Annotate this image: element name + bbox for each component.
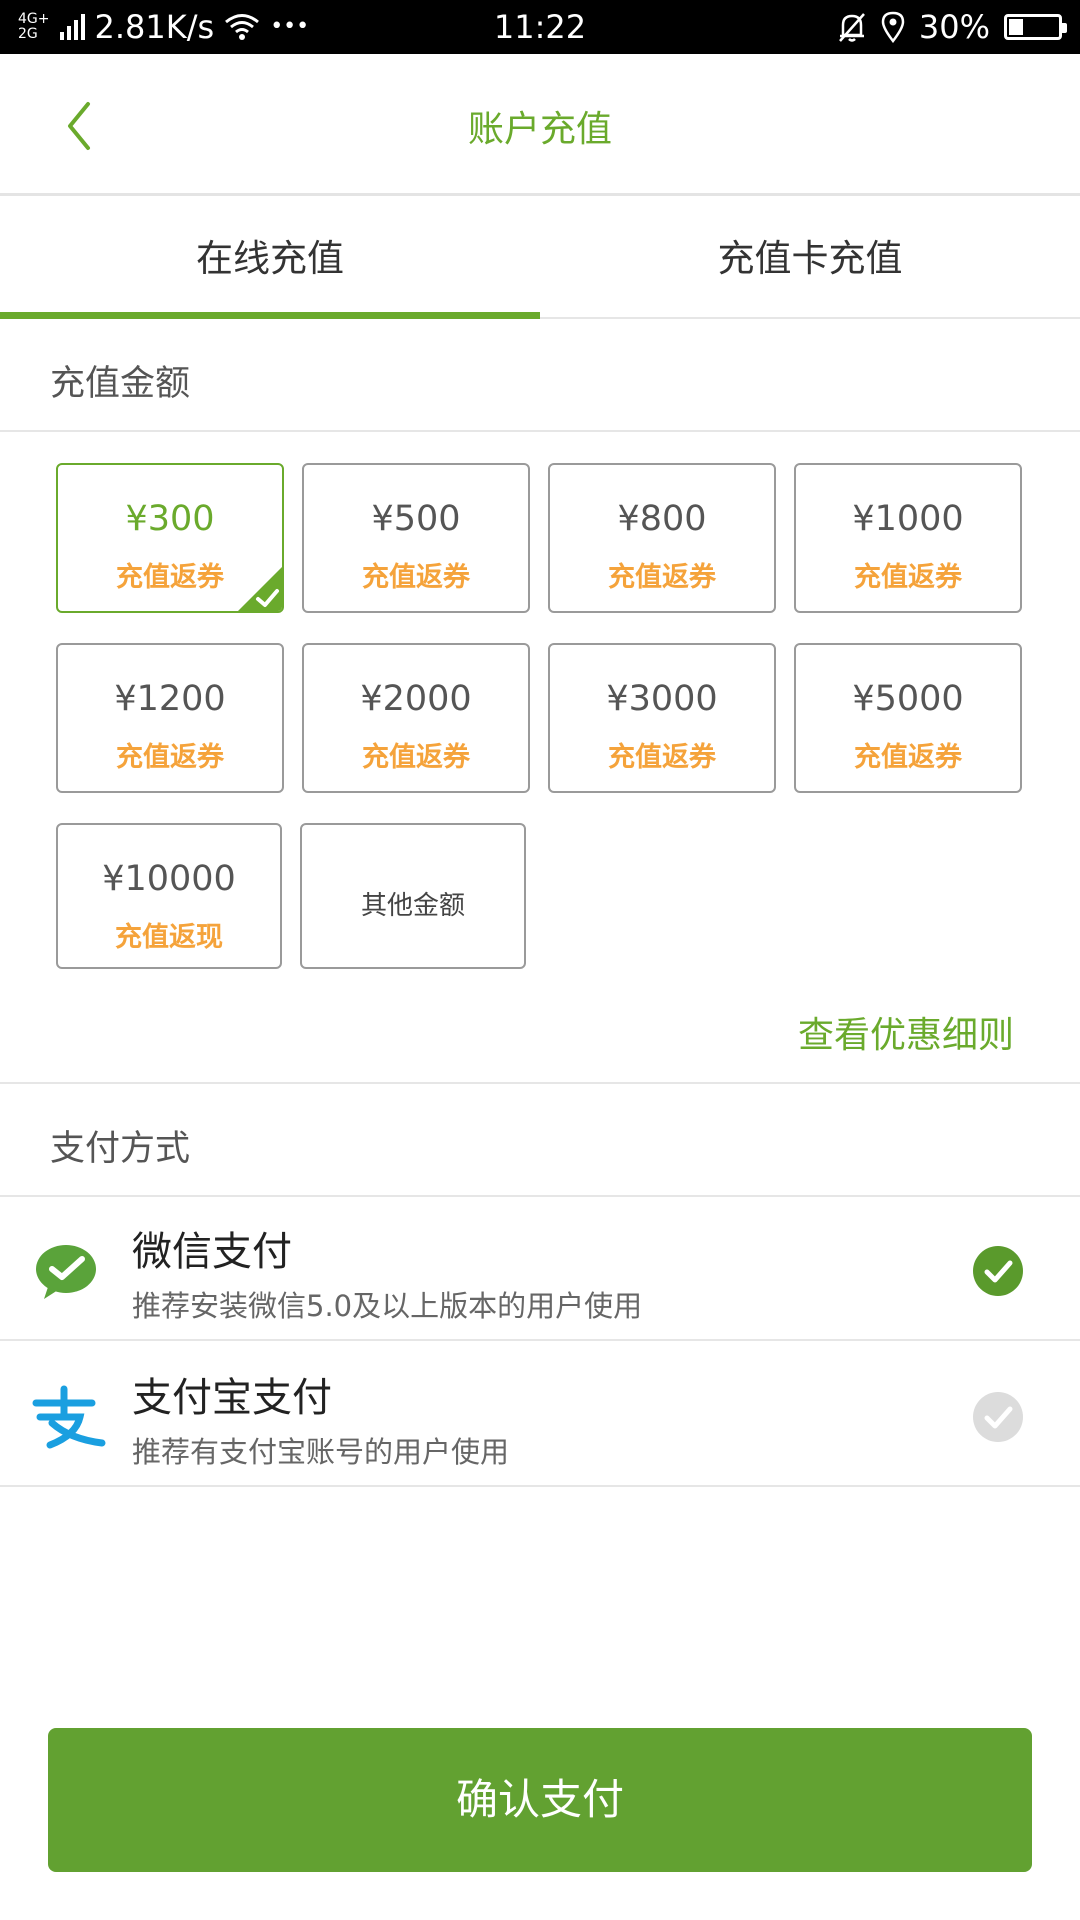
amount-price: ¥1000 <box>852 499 964 539</box>
mute-bell-icon <box>838 13 865 42</box>
amount-section-label: 充值金额 <box>50 364 191 404</box>
amount-price: ¥300 <box>125 499 215 539</box>
tab-bar: 在线充值 充值卡充值 <box>0 199 1080 319</box>
amount-option-1200[interactable]: ¥1200 充值返券 <box>56 643 284 793</box>
amount-price: ¥5000 <box>852 679 964 719</box>
divider <box>0 430 1080 432</box>
amount-price: ¥500 <box>371 499 461 539</box>
payment-title: 微信支付 <box>132 1229 292 1275</box>
amount-tag: 充值返券 <box>854 562 962 593</box>
tab-online-recharge[interactable]: 在线充值 <box>0 199 540 319</box>
divider <box>0 1082 1080 1084</box>
amount-option-10000[interactable]: ¥10000 充值返现 <box>56 823 282 969</box>
amount-option-5000[interactable]: ¥5000 充值返券 <box>794 643 1022 793</box>
alipay-icon <box>32 1385 106 1449</box>
amount-tag: 充值返券 <box>362 742 470 773</box>
app-header: 账户充值 <box>0 54 1080 196</box>
page-title: 账户充值 <box>467 109 612 150</box>
amount-price: ¥3000 <box>606 679 718 719</box>
amount-tag: 充值返现 <box>115 922 223 953</box>
amount-tag: 充值返券 <box>362 562 470 593</box>
selected-check-icon <box>238 567 282 611</box>
payment-title: 支付宝支付 <box>132 1375 332 1421</box>
payment-option-alipay[interactable]: 支付宝支付 推荐有支付宝账号的用户使用 <box>0 1343 1080 1487</box>
amount-option-2000[interactable]: ¥2000 充值返券 <box>302 643 530 793</box>
battery-icon <box>1004 14 1067 40</box>
amount-option-3000[interactable]: ¥3000 充值返券 <box>548 643 776 793</box>
status-bar: 4G+ 2G 2.81K/s ••• 11:22 30% <box>0 0 1080 54</box>
amount-tag: 充值返券 <box>608 562 716 593</box>
amount-price: ¥2000 <box>360 679 472 719</box>
amount-tag: 充值返券 <box>854 742 962 773</box>
amount-price: ¥800 <box>617 499 707 539</box>
amount-option-300[interactable]: ¥300 充值返券 <box>56 463 284 613</box>
wechat-pay-icon <box>36 1245 96 1299</box>
confirm-payment-button[interactable]: 确认支付 <box>48 1728 1032 1872</box>
amount-price: ¥1200 <box>114 679 226 719</box>
discount-rules-link[interactable]: 查看优惠细则 <box>798 1006 1014 1058</box>
amount-option-800[interactable]: ¥800 充值返券 <box>548 463 776 613</box>
amount-price: ¥10000 <box>102 859 236 899</box>
payment-option-wechat[interactable]: 微信支付 推荐安装微信5.0及以上版本的用户使用 <box>0 1197 1080 1341</box>
payment-section-label: 支付方式 <box>50 1129 191 1169</box>
battery-percent: 30% <box>918 8 990 46</box>
payment-desc: 推荐安装微信5.0及以上版本的用户使用 <box>132 1289 643 1323</box>
battery-level <box>1009 19 1024 35</box>
amount-option-1000[interactable]: ¥1000 充值返券 <box>794 463 1022 613</box>
location-icon <box>881 11 905 43</box>
amount-tag: 充值返券 <box>608 742 716 773</box>
payment-desc: 推荐有支付宝账号的用户使用 <box>132 1435 510 1469</box>
amount-option-500[interactable]: ¥500 充值返券 <box>302 463 530 613</box>
other-amount-button[interactable]: 其他金额 <box>300 823 526 969</box>
amount-tag: 充值返券 <box>116 742 224 773</box>
selected-check-icon[interactable] <box>972 1245 1024 1297</box>
tab-card-recharge[interactable]: 充值卡充值 <box>540 199 1080 317</box>
other-amount-label: 其他金额 <box>360 891 465 921</box>
unselected-check-icon[interactable] <box>972 1391 1024 1443</box>
